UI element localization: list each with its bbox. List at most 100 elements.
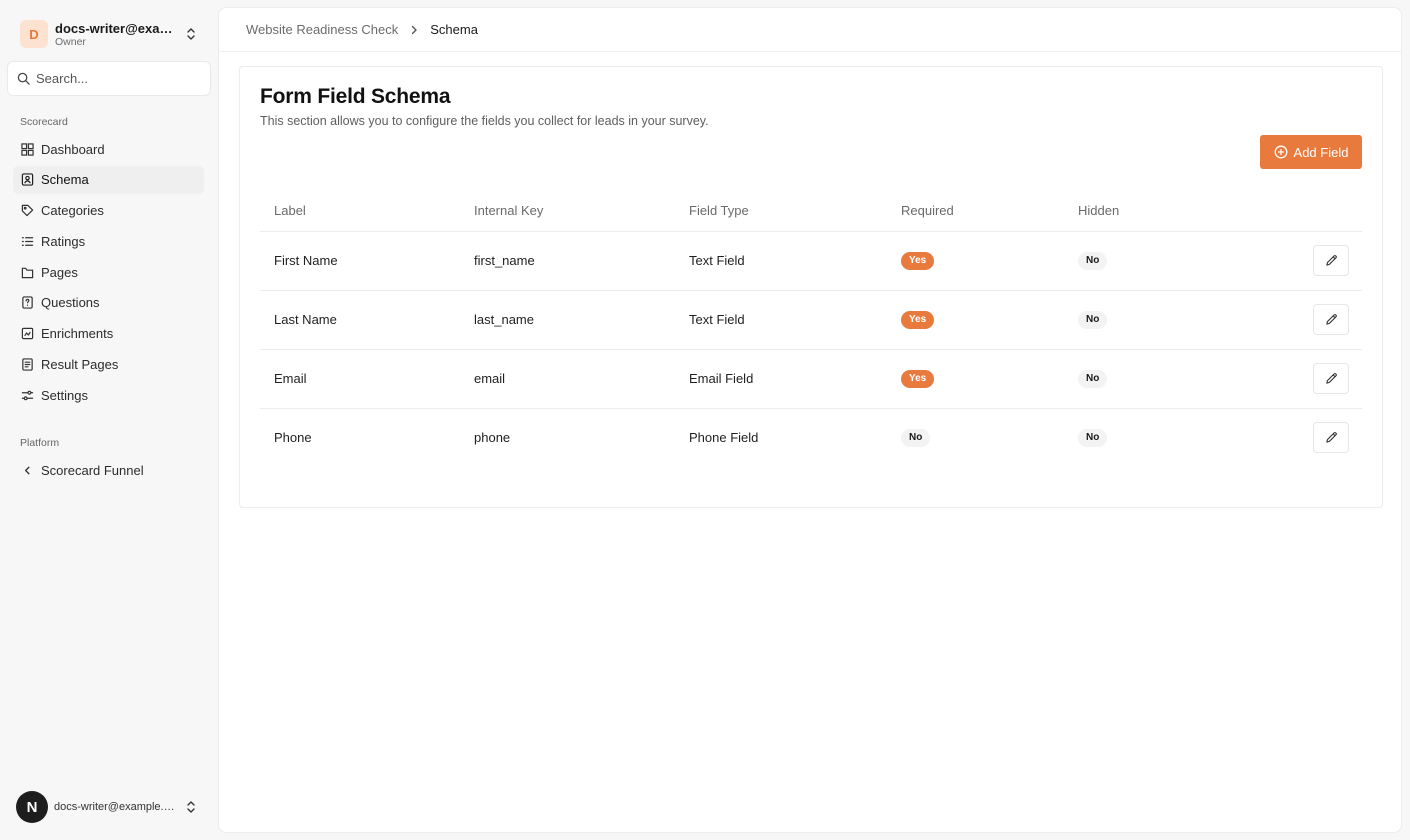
user-avatar: N [16, 791, 48, 823]
nav-group-platform: Platform [20, 437, 60, 449]
sidebar-item-label: Scorecard Funnel [41, 462, 144, 478]
column-header-actions [1244, 191, 1362, 232]
cell-field-type: Email Field [675, 349, 887, 409]
sidebar-item-label: Settings [41, 387, 88, 403]
cell-label: Email [260, 349, 460, 409]
edit-field-button[interactable] [1313, 245, 1349, 276]
schema-card: Form Field Schema This section allows yo… [239, 66, 1383, 508]
cell-internal-key: last_name [460, 290, 675, 350]
cell-field-type: Text Field [675, 231, 887, 291]
cell-label: Last Name [260, 290, 460, 350]
schema-icon [21, 173, 34, 186]
main-panel: Website Readiness Check Schema Form Fiel… [218, 7, 1402, 833]
pages-icon [21, 267, 34, 278]
cell-internal-key: email [460, 349, 675, 409]
account-name: docs-writer@example.com [55, 20, 179, 36]
table-header-row: Label Internal Key Field Type Required H… [260, 191, 1362, 232]
sidebar-item-settings[interactable]: Settings [13, 381, 204, 409]
page-title: Form Field Schema [260, 85, 451, 108]
sidebar-item-label: Dashboard [41, 141, 105, 157]
sidebar-item-label: Ratings [41, 233, 86, 249]
table-row: Last Name last_name Text Field Yes No [260, 290, 1362, 350]
sidebar-item-label: Enrichments [41, 326, 114, 342]
sidebar-item-dashboard[interactable]: Dashboard [13, 135, 204, 163]
edit-field-button[interactable] [1313, 363, 1349, 394]
sidebar-item-ratings[interactable]: Ratings [13, 227, 204, 255]
search-box[interactable] [7, 61, 211, 96]
pencil-icon [1325, 255, 1337, 266]
breadcrumb: Website Readiness Check Schema [219, 8, 1401, 52]
sidebar-item-scorecard-funnel[interactable]: Scorecard Funnel [13, 456, 204, 484]
required-badge: Yes [901, 370, 935, 388]
cell-required: Yes [887, 349, 1064, 409]
cell-required: Yes [887, 231, 1064, 291]
cell-required: Yes [887, 290, 1064, 350]
settings-icon [21, 390, 34, 401]
sidebar: D docs-writer@example.com Owner Scorecar… [0, 0, 218, 840]
hidden-badge: No [1078, 429, 1108, 448]
cell-hidden: No [1064, 349, 1244, 409]
cell-internal-key: phone [474, 430, 511, 446]
table-row: First Name first_name Text Field Yes No [260, 231, 1362, 291]
user-menu[interactable]: N docs-writer@example.com [16, 791, 206, 823]
list-icon [21, 237, 34, 246]
cell-actions [1244, 408, 1362, 467]
sidebar-item-label: Categories [41, 203, 104, 219]
column-header-internal-key: Internal Key [460, 191, 675, 232]
sidebar-item-questions[interactable]: Questions [13, 289, 204, 317]
sidebar-item-result-pages[interactable]: Result Pages [13, 351, 204, 379]
sidebar-item-label: Schema [41, 172, 89, 188]
edit-field-button[interactable] [1313, 304, 1349, 335]
cell-actions [1244, 290, 1362, 350]
sidebar-item-label: Result Pages [41, 357, 119, 373]
account-switcher[interactable]: D docs-writer@example.com Owner [16, 18, 206, 50]
column-header-field-type: Field Type [675, 191, 887, 232]
table-row: Phone phone Phone Field No No [260, 408, 1362, 467]
breadcrumb-current: Schema [430, 22, 478, 37]
pencil-icon [1325, 373, 1337, 384]
sidebar-item-pages[interactable]: Pages [13, 258, 204, 286]
cell-field-type: Phone Field [689, 430, 759, 446]
sidebar-item-schema[interactable]: Schema [13, 165, 204, 194]
breadcrumb-parent[interactable]: Website Readiness Check [246, 22, 398, 37]
cell-actions [1244, 231, 1362, 291]
column-header-hidden: Hidden [1064, 191, 1244, 232]
cell-field-type: Text Field [675, 290, 887, 350]
schema-table: Label Internal Key Field Type Required H… [260, 191, 1362, 467]
account-info: docs-writer@example.com Owner [55, 21, 179, 48]
sidebar-item-categories[interactable]: Categories [13, 197, 204, 225]
chevron-up-down-icon [187, 28, 195, 40]
cell-actions [1244, 349, 1362, 409]
column-header-required: Required [887, 191, 1064, 232]
pencil-icon [1325, 314, 1337, 325]
page-description: This section allows you to configure the… [260, 114, 709, 128]
required-badge: Yes [901, 252, 935, 270]
table-row: Email email Email Field Yes No [260, 349, 1362, 409]
scorecard-nav: Dashboard Schema Categories Ratings Page… [13, 135, 204, 412]
document-icon [22, 358, 33, 371]
cell-internal-key: first_name [460, 231, 675, 291]
cell-hidden: No [1064, 231, 1244, 291]
chevron-up-down-icon [187, 801, 195, 813]
nav-group-scorecard: Scorecard [20, 116, 68, 128]
plus-circle-icon [1274, 145, 1287, 159]
sidebar-item-label: Questions [41, 295, 100, 311]
chevron-right-icon [412, 25, 417, 34]
platform-nav: Scorecard Funnel [13, 456, 204, 487]
pencil-icon [1325, 432, 1337, 443]
search-icon [17, 72, 30, 85]
sidebar-item-enrichments[interactable]: Enrichments [13, 320, 204, 348]
hidden-badge: No [1078, 252, 1108, 270]
hidden-badge: No [1078, 370, 1108, 388]
account-role: Owner [55, 35, 86, 48]
tag-icon [21, 204, 34, 217]
required-badge: No [901, 429, 931, 448]
question-icon [22, 296, 33, 310]
user-email: docs-writer@example.com [54, 801, 176, 813]
cell-hidden: No [1064, 408, 1244, 467]
edit-field-button[interactable] [1313, 422, 1349, 454]
enrichment-icon [21, 328, 34, 340]
search-input[interactable] [36, 71, 196, 86]
hidden-badge: No [1078, 311, 1108, 329]
add-field-button[interactable]: Add Field [1260, 135, 1362, 169]
